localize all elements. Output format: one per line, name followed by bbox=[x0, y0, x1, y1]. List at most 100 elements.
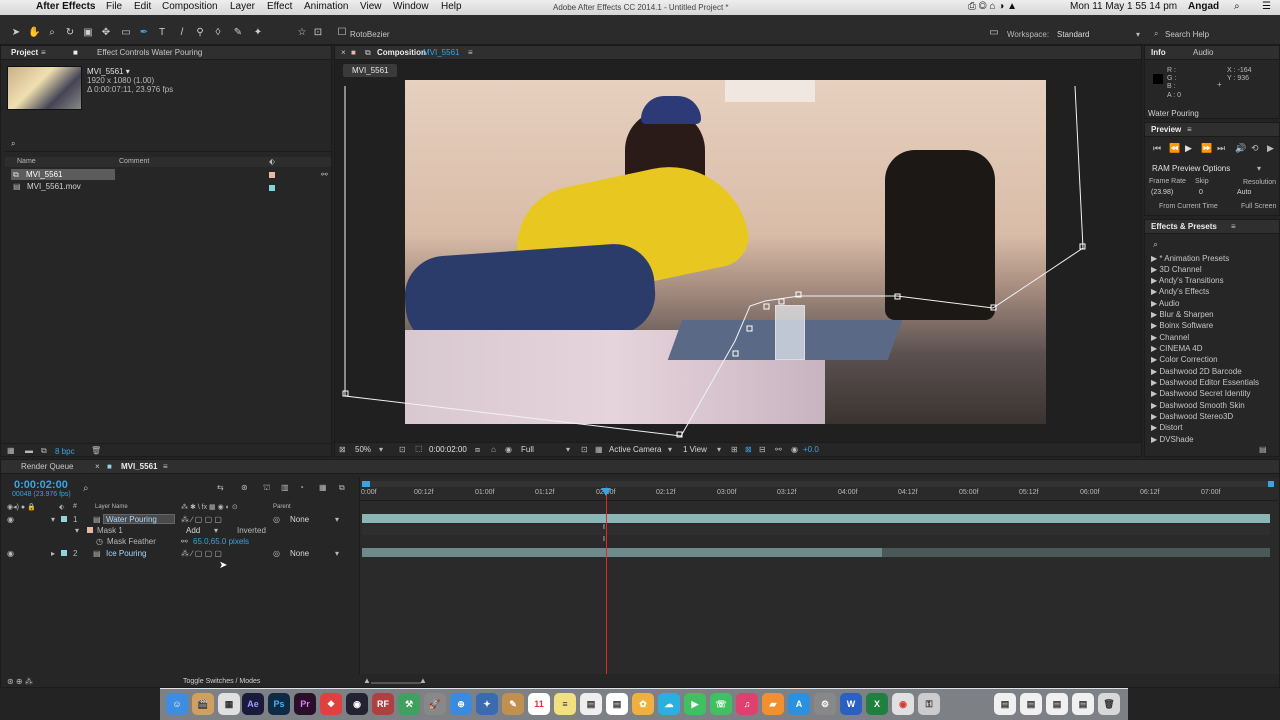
preview-icon[interactable]: ✦ bbox=[476, 693, 498, 715]
eye-icon[interactable]: ◉ bbox=[7, 549, 14, 558]
exposure-value[interactable]: +0.0 bbox=[803, 445, 819, 454]
project-item-footage[interactable]: MVI_5561.mov bbox=[27, 182, 81, 191]
layer-switches-icon[interactable]: ⁂ ∕ ▢ ▢ ▢ bbox=[181, 549, 222, 558]
effects-category[interactable]: ▶ Dashwood Smooth Skin bbox=[1151, 401, 1245, 410]
toggle-pixel-aspect-icon[interactable]: ⊞ bbox=[731, 445, 738, 454]
menu-help[interactable]: Help bbox=[441, 1, 462, 12]
parent-pickwhip-icon[interactable]: ◎ bbox=[273, 549, 280, 558]
timeline-zoom-slider[interactable] bbox=[371, 682, 421, 684]
mask-vertex[interactable] bbox=[746, 325, 753, 332]
notification-center-icon[interactable]: ☰ bbox=[1262, 1, 1271, 12]
menu-layer[interactable]: Layer bbox=[230, 1, 255, 12]
tab-audio[interactable]: Audio bbox=[1193, 48, 1213, 57]
col-layer-name[interactable]: Layer Name bbox=[95, 504, 128, 510]
keyframe-icon[interactable]: I bbox=[603, 524, 605, 531]
menu-edit[interactable]: Edit bbox=[134, 1, 151, 12]
claquette-icon[interactable]: 🎬 bbox=[192, 693, 214, 715]
av-features-icon[interactable]: ◉◂) ● 🔒 bbox=[7, 503, 36, 511]
document-icon[interactable]: ▤ bbox=[580, 693, 602, 715]
layer-bar-1[interactable] bbox=[362, 514, 1270, 523]
folder-stack-icon[interactable]: ▤ bbox=[1046, 693, 1068, 715]
draft-3d-icon[interactable]: ⊛ bbox=[241, 483, 248, 492]
rotobezier-checkbox[interactable]: ☐ bbox=[336, 27, 348, 39]
brush-tool-icon[interactable]: / bbox=[176, 27, 188, 39]
puppet-pin-tool-icon[interactable]: ✦ bbox=[252, 27, 264, 39]
flowchart-icon[interactable]: ⚯ bbox=[321, 170, 328, 179]
clone-stamp-tool-icon[interactable]: ⚲ bbox=[194, 27, 206, 39]
type-tool-icon[interactable]: T bbox=[156, 27, 168, 39]
selection-tool-icon[interactable]: ➤ bbox=[10, 27, 22, 39]
tab-project[interactable]: Project bbox=[11, 48, 38, 57]
effects-category[interactable]: ▶ Distort bbox=[1151, 423, 1183, 432]
app-store-icon[interactable]: A bbox=[788, 693, 810, 715]
mask-vertex[interactable] bbox=[763, 303, 770, 310]
effects-search-icon[interactable]: ⌕ bbox=[1153, 239, 1158, 250]
layer-color-label[interactable] bbox=[61, 550, 67, 556]
transparency-grid-icon[interactable]: ▦ bbox=[595, 445, 603, 454]
textedit-icon[interactable]: ▤ bbox=[606, 693, 628, 715]
close-icon[interactable]: × bbox=[95, 462, 100, 471]
roto-brush-tool-icon[interactable]: ✎ bbox=[232, 27, 244, 39]
ram-preview-icon[interactable]: ▶ bbox=[1267, 143, 1274, 154]
effects-category[interactable]: ▶ CINEMA 4D bbox=[1151, 344, 1203, 353]
word-icon[interactable]: W bbox=[840, 693, 862, 715]
parent-select[interactable]: None bbox=[290, 515, 309, 524]
play-icon[interactable]: ▶ bbox=[1185, 143, 1192, 154]
view-layout-select[interactable]: 1 View bbox=[683, 445, 707, 454]
menu-composition[interactable]: Composition bbox=[162, 1, 218, 12]
motion-blur-icon[interactable]: ◔ bbox=[299, 483, 304, 492]
safari-icon[interactable]: ⊕ bbox=[450, 693, 472, 715]
tab-menu-icon[interactable]: ≡ bbox=[163, 462, 168, 471]
snapshot-icon[interactable]: ⧈ bbox=[475, 445, 480, 455]
workspace-select[interactable]: Standard bbox=[1057, 30, 1089, 39]
documents-stack-icon[interactable]: ▤ bbox=[1020, 693, 1042, 715]
quicktime-icon[interactable]: ◉ bbox=[346, 693, 368, 715]
local-axis-icon[interactable]: ☆ bbox=[296, 27, 308, 39]
mask-vertex[interactable] bbox=[732, 350, 739, 357]
excel-icon[interactable]: X bbox=[866, 693, 888, 715]
menu-effect[interactable]: Effect bbox=[267, 1, 292, 12]
show-snapshot-icon[interactable]: ⌂ bbox=[491, 445, 496, 454]
trash-icon[interactable]: 🗑 bbox=[1098, 693, 1120, 715]
ram-options-chevron-icon[interactable]: ▾ bbox=[1257, 164, 1261, 173]
mask-visibility-icon[interactable]: ⬚ bbox=[415, 444, 423, 453]
timeline-timecode[interactable]: 0:00:02:00 bbox=[14, 479, 68, 491]
col-name[interactable]: Name bbox=[17, 158, 36, 165]
xcode-icon[interactable]: ⚒ bbox=[398, 693, 420, 715]
mask-path-overlay[interactable] bbox=[335, 46, 1143, 446]
hand-tool-icon[interactable]: ✋ bbox=[28, 27, 40, 39]
tab-info[interactable]: Info bbox=[1151, 48, 1166, 57]
col-parent[interactable]: Parent bbox=[273, 504, 291, 510]
comp-timecode[interactable]: 0:00:02:00 bbox=[429, 445, 467, 454]
parent-chevron-icon[interactable]: ▾ bbox=[335, 515, 339, 524]
effects-category[interactable]: ▶ Andy's Effects bbox=[1151, 287, 1209, 296]
tab-menu-icon[interactable]: ≡ bbox=[1187, 125, 1192, 134]
itunes-icon[interactable]: ♫ bbox=[736, 693, 758, 715]
fast-previews-icon[interactable]: ⊠ bbox=[745, 445, 752, 454]
user-menu[interactable]: Angad bbox=[1188, 1, 1219, 12]
clapper-icon[interactable]: ▦ bbox=[218, 693, 240, 715]
next-frame-icon[interactable]: ⏩ bbox=[1201, 143, 1212, 154]
graph-editor-icon[interactable]: ▦ bbox=[319, 483, 327, 492]
channel-icon[interactable]: ◉ bbox=[505, 445, 512, 454]
pen-tool-icon[interactable]: ✒ bbox=[138, 27, 150, 39]
pages-icon[interactable]: ✎ bbox=[502, 693, 524, 715]
expand-arrow-icon[interactable]: ▸ bbox=[51, 549, 55, 558]
layer-color-label[interactable] bbox=[61, 516, 67, 522]
mask-tool-icon[interactable]: ▭ bbox=[120, 27, 132, 39]
project-row-selected[interactable]: ⧉ MVI_5561 bbox=[11, 169, 115, 180]
tab-render-queue[interactable]: Render Queue bbox=[21, 462, 73, 471]
effects-category[interactable]: ▶ Color Correction bbox=[1151, 355, 1218, 364]
loop-icon[interactable]: ⟲ bbox=[1251, 143, 1259, 154]
project-search-input[interactable]: ⌕ bbox=[5, 138, 331, 152]
expand-arrow-icon[interactable]: ▾ bbox=[51, 515, 55, 524]
new-folder-icon[interactable]: ▬ bbox=[25, 446, 33, 455]
chrome-icon[interactable]: ◉ bbox=[892, 693, 914, 715]
parent-select[interactable]: None bbox=[290, 549, 309, 558]
snap-icon[interactable]: ⊡ bbox=[312, 27, 324, 39]
menu-file[interactable]: File bbox=[106, 1, 122, 12]
menu-window[interactable]: Window bbox=[393, 1, 429, 12]
calendar-icon[interactable]: 11 bbox=[528, 693, 550, 715]
menu-view[interactable]: View bbox=[360, 1, 382, 12]
safe-zones-icon[interactable]: ⊡ bbox=[399, 445, 406, 454]
